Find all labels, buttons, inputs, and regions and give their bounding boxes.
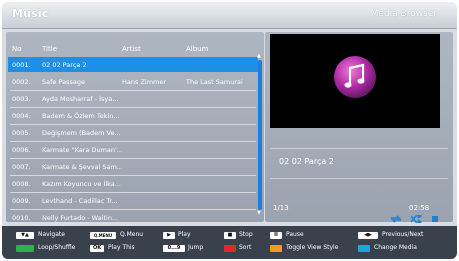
qmenu-hint: Q.Menu	[120, 231, 144, 238]
track-number: 0006.	[12, 146, 31, 154]
pause-key-icon: II	[270, 232, 282, 239]
track-title: Değişmem (Badem Ve...	[42, 129, 121, 137]
media-browser-window: Music Media Browser No Title Artist Albu…	[2, 2, 457, 259]
track-title: Nelly Furtado - Waitin...	[42, 214, 119, 222]
track-title: Badem & Özlem Tekin...	[42, 112, 120, 120]
track-title: Kazım Koyuncu ve İlka...	[42, 180, 121, 188]
change-media-hint: Change Media	[374, 244, 417, 251]
track-row[interactable]: 0004. Badem & Özlem Tekin...	[8, 108, 258, 123]
column-artist: Artist	[122, 45, 141, 53]
track-row[interactable]: 0001. 02 02 Parça 2	[8, 57, 258, 72]
track-row[interactable]: 0010. Nelly Furtado - Waitin...	[8, 210, 258, 222]
pause-hint: Pause	[286, 231, 304, 238]
toggle-view-style-hint: Toggle View Style	[286, 244, 339, 251]
track-number: 0004.	[12, 112, 31, 120]
track-counter: 1/13	[273, 204, 289, 212]
scroll-up-arrow-icon[interactable]: ▲	[257, 54, 261, 59]
column-no: No	[12, 45, 22, 53]
track-number: 0002.	[12, 78, 31, 86]
now-playing-title: 02 02 Parça 2	[279, 157, 334, 166]
play-this-hint: Play This	[108, 244, 135, 251]
track-row[interactable]: 0003. Ayda Mosharraf - İsya...	[8, 91, 258, 106]
blue-key-icon	[358, 245, 370, 252]
green-key-icon	[16, 245, 34, 252]
track-number: 0010.	[12, 214, 31, 222]
navigate-hint: Navigate	[38, 231, 65, 238]
track-album: The Last Samurai	[186, 78, 243, 86]
track-title: Ayda Mosharraf - İsya...	[42, 95, 119, 103]
loop-shuffle-hint: Loop/Shuffle	[38, 244, 76, 251]
column-title: Title	[42, 45, 58, 53]
track-row[interactable]: 0008. Kazım Koyuncu ve İlka...	[8, 176, 258, 191]
red-key-icon	[224, 245, 236, 252]
prev-next-hint: Previous/Next	[382, 231, 424, 238]
track-title: Karmate "Kara Duman'...	[42, 146, 122, 154]
shuffle-icon	[410, 215, 422, 223]
track-row[interactable]: 0007. Karmate & Şevval Sam...	[8, 159, 258, 174]
sort-hint: Sort	[239, 244, 252, 251]
column-album: Album	[186, 45, 209, 53]
track-title: Karmate & Şevval Sam...	[42, 163, 122, 171]
track-row[interactable]: 0009. Levthand - Cadillac Tr...	[8, 193, 258, 208]
track-number: 0007.	[12, 163, 31, 171]
section-title: Music	[12, 7, 49, 20]
track-artist: Hans Zimmer	[122, 78, 167, 86]
jump-hint: Jump	[188, 244, 204, 251]
track-row[interactable]: 0002. Safe Passage Hans Zimmer The Last …	[8, 74, 258, 89]
play-hint: Play	[178, 231, 191, 238]
track-list-panel: No Title Artist Album 0001. 02 02 Parça …	[6, 32, 264, 222]
header-bar: Music Media Browser	[2, 2, 457, 29]
track-number: 0005.	[12, 129, 31, 137]
scroll-down-arrow-icon[interactable]: ▼	[257, 211, 261, 216]
number-keys-icon: 0...9	[163, 245, 185, 252]
album-art-preview	[270, 34, 440, 128]
elapsed-time: 02:58	[409, 204, 430, 212]
mode-label: Media Browser	[370, 9, 437, 19]
prev-next-key-icon: ◀▶	[358, 232, 378, 239]
track-row[interactable]: 0005. Değişmem (Badem Ve...	[8, 125, 258, 140]
stop-icon	[432, 216, 438, 222]
ok-key-icon: OK	[90, 245, 104, 252]
help-bar: ▼▲ Navigate Q.MENU Q.Menu ▶ Play ■ Stop …	[2, 226, 457, 259]
track-row[interactable]: 0006. Karmate "Kara Duman'...	[8, 142, 258, 157]
track-title: Safe Passage	[42, 78, 85, 86]
play-key-icon: ▶	[163, 232, 175, 239]
track-number: 0001.	[12, 61, 31, 69]
scrollbar[interactable]	[258, 60, 262, 210]
track-number: 0003.	[12, 95, 31, 103]
yellow-key-icon	[270, 245, 282, 252]
stop-key-icon: ■	[224, 232, 236, 239]
now-playing-panel: 02 02 Parça 2 1/13 02:58	[265, 32, 453, 223]
stop-hint: Stop	[239, 231, 253, 238]
track-title: Levthand - Cadillac Tr...	[42, 197, 118, 205]
track-title: 02 02 Parça 2	[42, 61, 87, 69]
navigate-key-icon: ▼▲	[16, 232, 34, 239]
track-number: 0008.	[12, 180, 31, 188]
music-note-icon	[334, 56, 376, 98]
repeat-icon	[391, 215, 401, 223]
qmenu-key-icon: Q.MENU	[90, 232, 116, 239]
track-number: 0009.	[12, 197, 31, 205]
